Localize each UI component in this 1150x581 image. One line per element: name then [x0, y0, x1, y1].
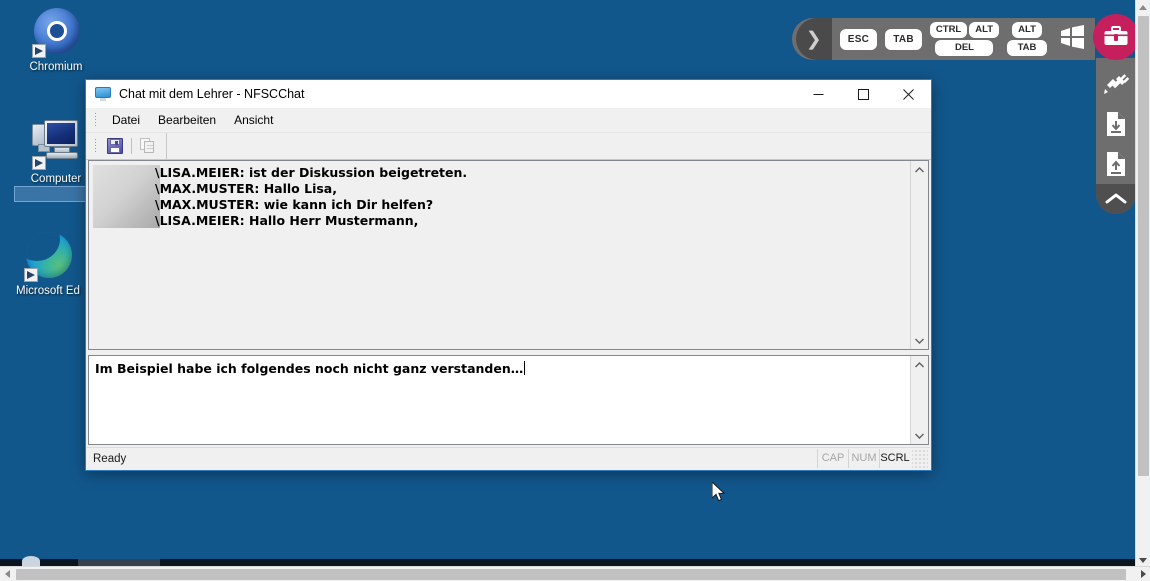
- chat-log-line: \LISA.MEIER: Hallo Herr Mustermann,: [155, 213, 419, 228]
- toolbar[interactable]: [86, 133, 931, 160]
- page-vertical-scroll-thumb[interactable]: [1138, 16, 1149, 476]
- toolbar-separator: [131, 138, 132, 154]
- file-upload-icon[interactable]: [1096, 144, 1136, 184]
- copy-icon: [140, 138, 156, 154]
- window-title: Chat mit dem Lehrer - NFSCChat: [119, 87, 305, 101]
- windows-logo-key-icon[interactable]: [1059, 24, 1085, 54]
- menu-item-datei[interactable]: Datei: [103, 110, 149, 130]
- desktop-icon-chromium[interactable]: Chromium: [8, 6, 104, 74]
- key-ctrl[interactable]: CTRL: [929, 22, 968, 38]
- menu-item-bearbeiten[interactable]: Bearbeiten: [149, 110, 225, 130]
- microsoft-edge-icon: [0, 230, 96, 282]
- scroll-left-arrow-icon[interactable]: [0, 567, 14, 581]
- window-resize-grip[interactable]: [912, 449, 928, 468]
- desktop-selection-highlight: [14, 186, 96, 202]
- screen: Chromium Computer Microsoft Ed Chat mit …: [0, 0, 1150, 581]
- toolbar-empty-area: [166, 133, 931, 159]
- desktop-icon-label: Chromium: [29, 61, 83, 73]
- side-dock[interactable]: [1096, 58, 1136, 214]
- statusbar: Ready CAP NUM SCRL: [87, 447, 930, 469]
- chat-window[interactable]: Chat mit dem Lehrer - NFSCChat Datei Bea…: [85, 79, 932, 471]
- message-input-panel: Im Beispiel habe ich folgendes noch nich…: [88, 355, 929, 445]
- taskbar-start-orb-icon[interactable]: [22, 556, 40, 566]
- message-input-text: Im Beispiel habe ich folgendes noch nich…: [95, 361, 526, 377]
- chat-log-panel: \LISA.MEIER: ist der Diskussion beigetre…: [88, 160, 929, 350]
- desktop-icon-microsoft-edge[interactable]: Microsoft Ed: [0, 230, 96, 298]
- message-input-scroll-track[interactable]: [911, 373, 928, 427]
- copy-button[interactable]: [136, 135, 160, 157]
- close-button[interactable]: [886, 80, 931, 108]
- window-titlebar[interactable]: Chat mit dem Lehrer - NFSCChat: [86, 80, 931, 108]
- chat-log-line: \LISA.MEIER: ist der Diskussion beigetre…: [155, 165, 468, 180]
- status-indicator-num: NUM: [848, 449, 879, 468]
- menubar-grip-icon[interactable]: [94, 112, 97, 128]
- desktop-icon-label: Microsoft Ed: [16, 285, 80, 297]
- plug-connection-icon[interactable]: [1096, 64, 1136, 104]
- key-tab[interactable]: TAB: [1007, 40, 1047, 56]
- menubar[interactable]: Datei Bearbeiten Ansicht: [86, 108, 931, 133]
- file-download-icon[interactable]: [1096, 104, 1136, 144]
- save-button[interactable]: [103, 135, 127, 157]
- scroll-up-arrow-icon[interactable]: [911, 356, 928, 373]
- toolbox-button[interactable]: [1093, 14, 1139, 60]
- page-horizontal-scroll-thumb[interactable]: [16, 569, 1126, 580]
- key-tab[interactable]: TAB: [885, 28, 922, 50]
- maximize-button[interactable]: [841, 80, 886, 108]
- status-message: Ready: [93, 452, 127, 465]
- menu-item-ansicht[interactable]: Ansicht: [225, 110, 282, 130]
- message-input[interactable]: Im Beispiel habe ich folgendes noch nich…: [89, 356, 910, 444]
- key-combo-alt-tab[interactable]: ALT TAB: [1007, 22, 1047, 56]
- toolbar-grip-icon[interactable]: [94, 138, 97, 154]
- scroll-up-arrow-icon[interactable]: [1136, 0, 1150, 14]
- chat-monitor-icon: [95, 87, 111, 101]
- page-horizontal-scrollbar[interactable]: [0, 566, 1150, 581]
- key-del[interactable]: DEL: [935, 40, 994, 56]
- toolbar-expand-handle[interactable]: ❯: [795, 18, 832, 60]
- chat-log-scroll-track[interactable]: [911, 178, 928, 332]
- message-input-value: Im Beispiel habe ich folgendes noch nich…: [95, 361, 524, 376]
- shortcut-arrow-icon: [24, 268, 38, 282]
- key-esc[interactable]: ESC: [839, 28, 878, 50]
- shortcut-arrow-icon: [32, 44, 46, 58]
- page-vertical-scrollbar[interactable]: [1135, 0, 1150, 567]
- chat-log-gradient-block: [93, 165, 160, 228]
- scroll-down-arrow-icon[interactable]: [1136, 553, 1150, 567]
- status-indicator-cap: CAP: [817, 449, 848, 468]
- chat-log[interactable]: \LISA.MEIER: ist der Diskussion beigetre…: [89, 161, 910, 349]
- save-icon: [107, 138, 123, 154]
- chat-log-line: \MAX.MUSTER: wie kann ich Dir helfen?: [155, 197, 434, 212]
- chat-log-line: \MAX.MUSTER: Hallo Lisa,: [155, 181, 337, 196]
- scroll-up-arrow-icon[interactable]: [911, 161, 928, 178]
- key-combo-ctrl-alt-del[interactable]: CTRL ALT DEL: [929, 22, 999, 56]
- virtual-keyboard-toolbar[interactable]: ❯ ESC TAB CTRL ALT DEL ALT TAB: [791, 18, 1095, 60]
- scroll-down-arrow-icon[interactable]: [911, 332, 928, 349]
- chromium-icon: [8, 6, 104, 58]
- key-alt[interactable]: ALT: [969, 22, 999, 38]
- window-controls: [796, 80, 931, 108]
- scroll-down-arrow-icon[interactable]: [911, 427, 928, 444]
- text-caret: [524, 361, 526, 375]
- status-indicator-scrl: SCRL: [879, 449, 910, 468]
- key-alt[interactable]: ALT: [1012, 22, 1042, 38]
- scroll-right-arrow-icon[interactable]: [1136, 567, 1150, 581]
- chat-log-scrollbar[interactable]: [910, 161, 928, 349]
- message-input-scrollbar[interactable]: [910, 356, 928, 444]
- minimize-button[interactable]: [796, 80, 841, 108]
- shortcut-arrow-icon: [32, 156, 46, 170]
